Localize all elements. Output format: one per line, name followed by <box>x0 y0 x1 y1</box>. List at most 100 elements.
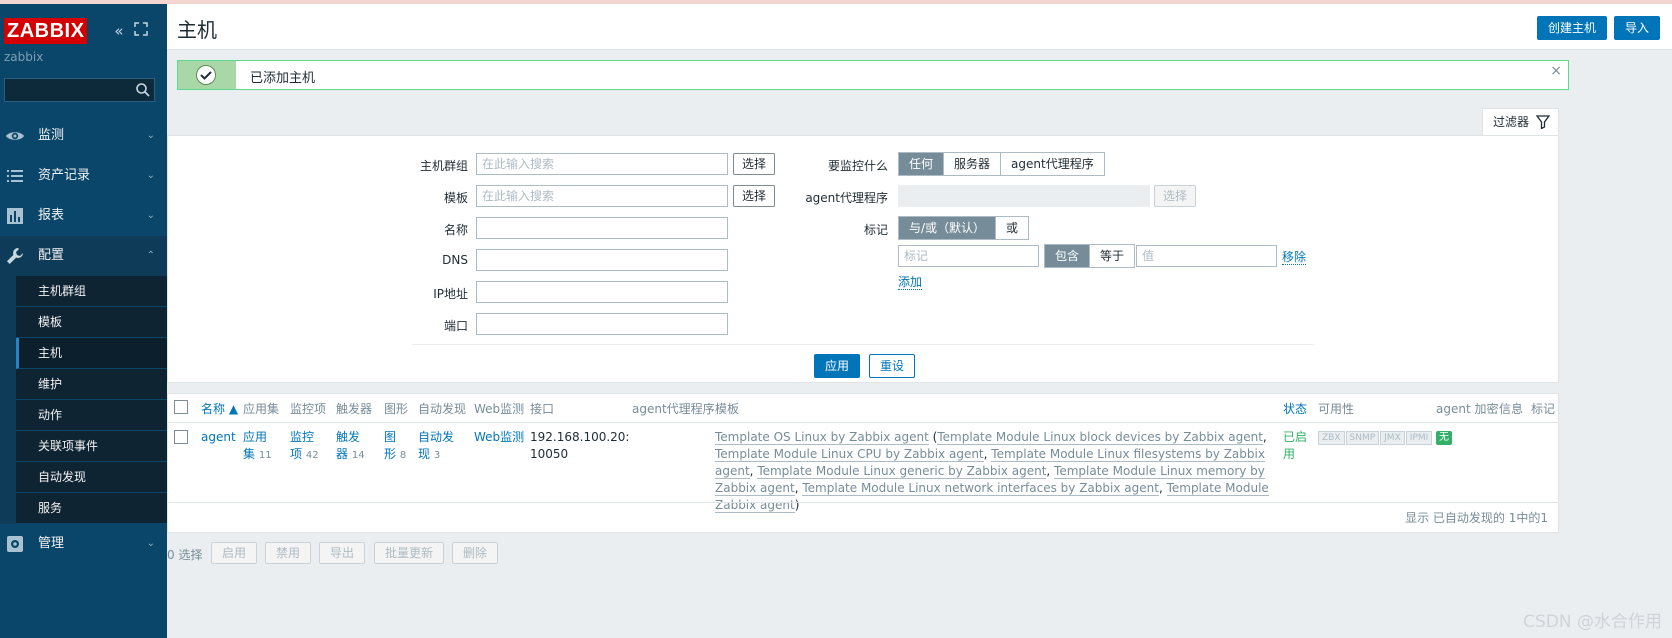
menu-item-configuration[interactable]: 配置 ⌃ <box>0 236 167 276</box>
row-checkbox[interactable] <box>174 430 188 444</box>
templates-label: 模板 <box>443 191 468 205</box>
submenu-item-event-correlation[interactable]: 关联项事件 <box>16 431 167 462</box>
encryption-badge: 无 <box>1436 431 1452 445</box>
search-icon[interactable] <box>135 82 151 98</box>
submenu-item-services[interactable]: 服务 <box>16 493 167 524</box>
port-label: 端口 <box>443 319 468 333</box>
close-icon[interactable]: × <box>1550 63 1562 79</box>
monitored-by-server[interactable]: 服务器 <box>944 153 1002 175</box>
applications-link-2[interactable]: 集 <box>243 447 255 461</box>
status-cell[interactable]: 已启 用 <box>1283 429 1307 463</box>
delete-button[interactable]: 删除 <box>452 542 499 564</box>
server-name: zabbix <box>4 50 44 64</box>
ip-input[interactable] <box>476 281 728 303</box>
monitored-by-proxy[interactable]: agent代理程序 <box>1001 153 1104 175</box>
collapse-left-icon[interactable]: « <box>110 22 128 40</box>
interface-cell: 192.168.100.20: 10050 <box>530 429 629 463</box>
submenu-item-maintenance[interactable]: 维护 <box>16 369 167 400</box>
menu-item-administration[interactable]: 管理 ⌄ <box>0 524 167 564</box>
col-applications: 应用集 <box>243 402 280 416</box>
applications-link[interactable]: 应用 <box>243 430 267 444</box>
template-link[interactable]: Template Module Linux network interfaces… <box>802 481 1159 496</box>
tag-operator-equals[interactable]: 等于 <box>1090 245 1135 267</box>
graphs-link-2[interactable]: 形 <box>384 447 396 461</box>
filter-tab-label: 过滤器 <box>1493 115 1530 129</box>
proxy-label: agent代理程序 <box>805 191 888 205</box>
sidebar-search-input[interactable] <box>4 78 155 102</box>
reset-button[interactable]: 重设 <box>869 354 916 378</box>
menu-item-inventory[interactable]: 资产记录 ⌄ <box>0 156 167 196</box>
tags-mode-and-or[interactable]: 与/或（默认） <box>899 217 997 239</box>
col-proxy: agent代理程序 <box>632 402 715 416</box>
monitored-by-toggle: 任何 服务器 agent代理程序 <box>898 152 1105 176</box>
submenu-item-actions[interactable]: 动作 <box>16 400 167 431</box>
submenu-item-host-groups[interactable]: 主机群组 <box>16 276 167 307</box>
dns-input[interactable] <box>476 249 728 271</box>
col-triggers: 触发器 <box>336 402 373 416</box>
graphs-link[interactable]: 图 <box>384 430 396 444</box>
name-input[interactable] <box>476 217 728 239</box>
message-text: 已添加主机 <box>250 71 316 86</box>
web-cell: Web监测 <box>474 429 524 446</box>
zabbix-logo[interactable]: ZABBIX <box>4 18 88 44</box>
col-name[interactable]: 名称 ▲ <box>201 400 238 417</box>
enable-button[interactable]: 启用 <box>211 542 258 564</box>
submenu-item-templates[interactable]: 模板 <box>16 307 167 338</box>
add-tag-link[interactable]: 添加 <box>898 275 923 290</box>
templates-input[interactable]: 在此输入搜索 <box>476 185 728 207</box>
create-host-button[interactable]: 创建主机 <box>1537 16 1608 40</box>
tag-value-input[interactable]: 值 <box>1136 245 1277 267</box>
export-button[interactable]: 导出 <box>319 542 366 564</box>
funnel-icon <box>1536 115 1550 129</box>
graphs-cell: 图 形 8 <box>384 429 406 464</box>
menu-label: 资产记录 <box>38 168 91 183</box>
template-link[interactable]: Template OS Linux by Zabbix agent <box>715 430 929 445</box>
web-link[interactable]: Web监测 <box>474 430 524 444</box>
templates-select-button[interactable]: 选择 <box>733 185 776 207</box>
remove-tag-link[interactable]: 移除 <box>1282 250 1307 265</box>
list-icon <box>7 170 23 182</box>
page-title: 主机 <box>177 18 217 42</box>
menu-label: 监测 <box>38 128 65 143</box>
menu-label: 配置 <box>38 248 65 263</box>
host-groups-select-button[interactable]: 选择 <box>733 153 776 175</box>
discovery-cell: 自动发 现 3 <box>418 429 454 464</box>
monitored-by-any[interactable]: 任何 <box>899 153 945 175</box>
discovery-link[interactable]: 自动发 <box>418 430 454 444</box>
hosts-table: 名称 ▲ 应用集 监控项 触发器 图形 自动发现 Web监测 接口 agent代… <box>167 393 1559 533</box>
tag-operator-contains[interactable]: 包含 <box>1045 245 1091 267</box>
availability-badges: ZBX SNMP JMX IPMI <box>1318 431 1433 445</box>
template-link[interactable]: Template Module Linux CPU by Zabbix agen… <box>715 447 984 462</box>
col-info: 信息 <box>1499 402 1524 416</box>
items-link[interactable]: 监控 <box>290 430 314 444</box>
ipmi-badge: IPMI <box>1405 431 1433 445</box>
tags-mode-toggle: 与/或（默认） 或 <box>898 216 1030 240</box>
template-link[interactable]: Template Module Linux generic by Zabbix … <box>757 464 1047 479</box>
import-button[interactable]: 导入 <box>1614 16 1661 40</box>
col-status[interactable]: 状态 <box>1283 400 1307 417</box>
tags-mode-or[interactable]: 或 <box>996 217 1029 239</box>
menu-item-monitoring[interactable]: 监测 ⌄ <box>0 116 167 156</box>
header-divider <box>168 422 1558 423</box>
triggers-link-2[interactable]: 器 <box>336 447 348 461</box>
fullscreen-icon[interactable] <box>132 22 150 40</box>
port-input[interactable] <box>476 313 728 335</box>
triggers-link[interactable]: 触发 <box>336 430 360 444</box>
select-all-checkbox[interactable] <box>174 400 188 414</box>
col-graphs: 图形 <box>384 402 409 416</box>
mass-update-button[interactable]: 批量更新 <box>374 542 445 564</box>
col-discovery: 自动发现 <box>418 402 467 416</box>
filter-tab[interactable]: 过滤器 <box>1482 108 1559 136</box>
disable-button[interactable]: 禁用 <box>265 542 312 564</box>
col-web: Web监测 <box>474 402 525 416</box>
tag-name-input[interactable]: 标记 <box>898 245 1039 267</box>
host-name-link[interactable]: agent <box>201 430 236 444</box>
menu-item-reports[interactable]: 报表 ⌄ <box>0 196 167 236</box>
items-link-2[interactable]: 项 <box>290 447 302 461</box>
apply-button[interactable]: 应用 <box>814 354 861 378</box>
submenu-item-discovery[interactable]: 自动发现 <box>16 462 167 493</box>
discovery-link-2[interactable]: 现 <box>418 447 430 461</box>
host-groups-input[interactable]: 在此输入搜索 <box>476 153 728 175</box>
submenu-item-hosts[interactable]: 主机 <box>16 338 167 369</box>
template-link[interactable]: Template Module Linux block devices by Z… <box>937 430 1263 445</box>
